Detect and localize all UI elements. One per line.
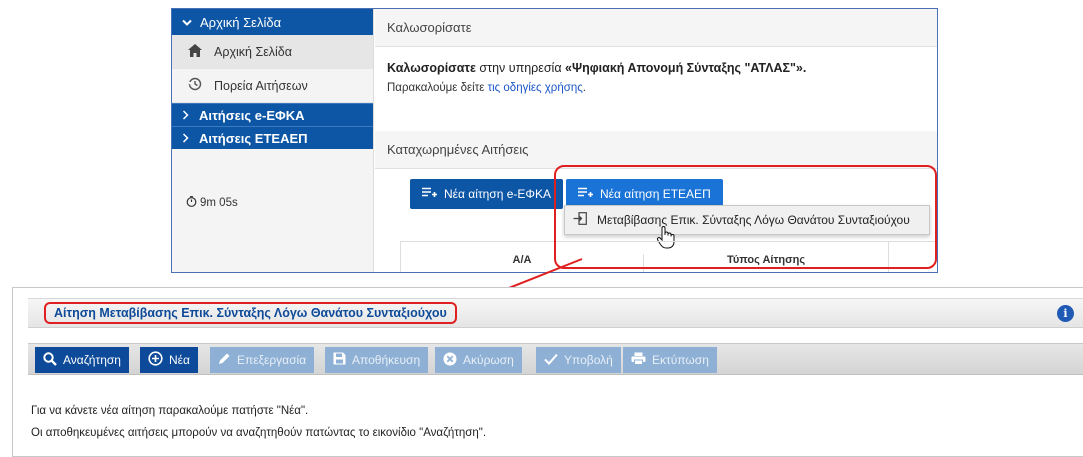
sidebar-group-label: Αιτήσεις e-ΕΦΚΑ [199,107,305,123]
applications-panel-header: Καταχωρημένες Αιτήσεις [375,131,937,169]
instruction-message-search: Οι αποθηκευμένες αιτήσεις μπορούν να ανα… [31,427,487,439]
button-label: Επεξεργασία [237,353,307,367]
sidebar-item-home[interactable]: Αρχική Σελίδα [172,35,373,69]
chevron-right-icon [182,131,189,146]
sidebar-group-eteaep[interactable]: Αιτήσεις ΕΤΕΑΕΠ [172,126,373,149]
bottom-screenshot: Αίτηση Μεταβίβασης Επικ. Σύνταξης Λόγω Θ… [12,287,1083,457]
chevron-right-icon [182,108,189,123]
info-icon[interactable]: i [1057,305,1074,322]
print-button[interactable]: Εκτύπωση [623,347,717,373]
form-title: Αίτηση Μεταβίβασης Επικ. Σύνταξης Λόγω Θ… [44,302,457,324]
instructions-suffix: . [582,82,586,94]
search-button[interactable]: Αναζήτηση [35,347,129,373]
welcome-panel-header: Καλωσορίσατε [375,9,937,47]
search-icon [43,351,57,369]
button-label: Ακύρωση [463,353,514,367]
check-icon [544,353,558,368]
plus-circle-icon [148,351,163,369]
edit-button[interactable]: Επεξεργασία [210,347,315,373]
sidebar-item-history[interactable]: Πορεία Αιτήσεων [172,69,373,103]
sidebar-item-label: Αρχική Σελίδα [214,44,292,59]
instruction-message-new: Για να κάνετε νέα αίτηση παρακαλούμε πατ… [31,405,309,417]
timer-value: 9m 05s [200,197,238,209]
pencil-icon [218,352,231,368]
sidebar-header-label: Αρχική Σελίδα [200,14,282,30]
new-efka-application-button[interactable]: Νέα αίτηση e-ΕΦΚΑ [410,179,563,209]
cancel-icon [443,352,457,369]
button-label: Νέα [169,353,190,367]
button-label: Υποβολή [564,353,613,367]
sidebar-header-home[interactable]: Αρχική Σελίδα [172,9,373,35]
button-label: Εκτύπωση [652,353,709,367]
sidebar-group-label: Αιτήσεις ΕΤΕΑΕΠ [199,130,308,146]
welcome-bold: Καλωσορίσατε [387,61,476,75]
add-list-icon [422,187,437,201]
welcome-text: στην υπηρεσία [475,61,566,75]
chevron-down-icon [182,15,192,30]
highlight-callout-box [554,165,937,269]
submit-button[interactable]: Υποβολή [536,347,621,373]
sidebar-group-efka[interactable]: Αιτήσεις e-ΕΦΚΑ [172,103,373,126]
form-title-bar: Αίτηση Μεταβίβασης Επικ. Σύνταξης Λόγω Θ… [28,298,1083,328]
history-icon [188,77,202,94]
user-guide-link[interactable]: τις οδηγίες χρήσης [488,82,583,94]
applications-panel: Καταχωρημένες Αιτήσεις [375,131,937,169]
welcome-line: Καλωσορίσατε στην υπηρεσία «Ψηφιακή Απον… [387,61,925,75]
instructions-line: Παρακαλούμε δείτε τις οδηγίες χρήσης. [387,82,925,94]
button-label: Νέα αίτηση e-ΕΦΚΑ [444,187,551,201]
timer-icon [186,196,197,210]
welcome-body: Καλωσορίσατε στην υπηρεσία «Ψηφιακή Απον… [375,47,937,131]
sidebar: Αρχική Σελίδα Αρχική Σελίδα Πορεία Αιτήσ… [172,9,374,272]
form-toolbar: Αναζήτηση Νέα Επεξεργασία Αποθήκευση Ακύ… [28,343,1083,375]
printer-icon [631,352,646,368]
session-timer: 9m 05s [186,196,238,210]
new-button[interactable]: Νέα [140,347,198,373]
save-icon [333,352,346,368]
home-icon [188,43,202,60]
button-label: Αναζήτηση [63,353,121,367]
instructions-prefix: Παρακαλούμε δείτε [387,82,488,94]
cancel-button[interactable]: Ακύρωση [435,347,522,373]
sidebar-item-label: Πορεία Αιτήσεων [214,78,308,93]
button-label: Αποθήκευση [352,353,421,367]
service-name: «Ψηφιακή Απονομή Σύνταξης "ΑΤΛΑΣ"». [565,61,807,75]
save-button[interactable]: Αποθήκευση [325,347,429,373]
